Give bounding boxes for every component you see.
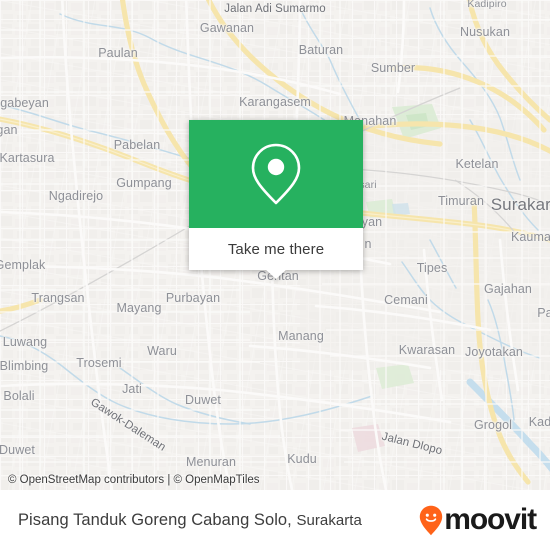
place-city-text: Surakarta	[296, 511, 362, 529]
place-title: Pisang Tanduk Goreng Cabang Solo, Suraka…	[18, 511, 362, 530]
place-name-text: Pisang Tanduk Goreng Cabang Solo	[18, 510, 288, 529]
moovit-logo[interactable]: moovit	[419, 503, 537, 536]
map-screenshot: Gawok-Daleman Jalan Dlopo Jalan Adi Suma…	[0, 0, 550, 550]
popup-footer[interactable]: Take me there	[189, 228, 363, 279]
bottom-info-bar: Pisang Tanduk Goreng Cabang Solo, Suraka…	[0, 490, 550, 550]
location-pin-icon	[251, 143, 301, 205]
take-me-there-label: Take me there	[227, 240, 325, 258]
map-canvas[interactable]: Gawok-Daleman Jalan Dlopo Jalan Adi Suma…	[0, 0, 550, 490]
place-popup-card[interactable]: Take me there	[189, 120, 363, 279]
popup-tail-arrow	[265, 269, 287, 279]
moovit-smiley-pin-icon	[420, 505, 443, 535]
map-attribution: © OpenStreetMap contributors | © OpenMap…	[8, 474, 260, 486]
moovit-wordmark: moovit	[444, 503, 537, 536]
popup-image-area	[189, 120, 363, 228]
